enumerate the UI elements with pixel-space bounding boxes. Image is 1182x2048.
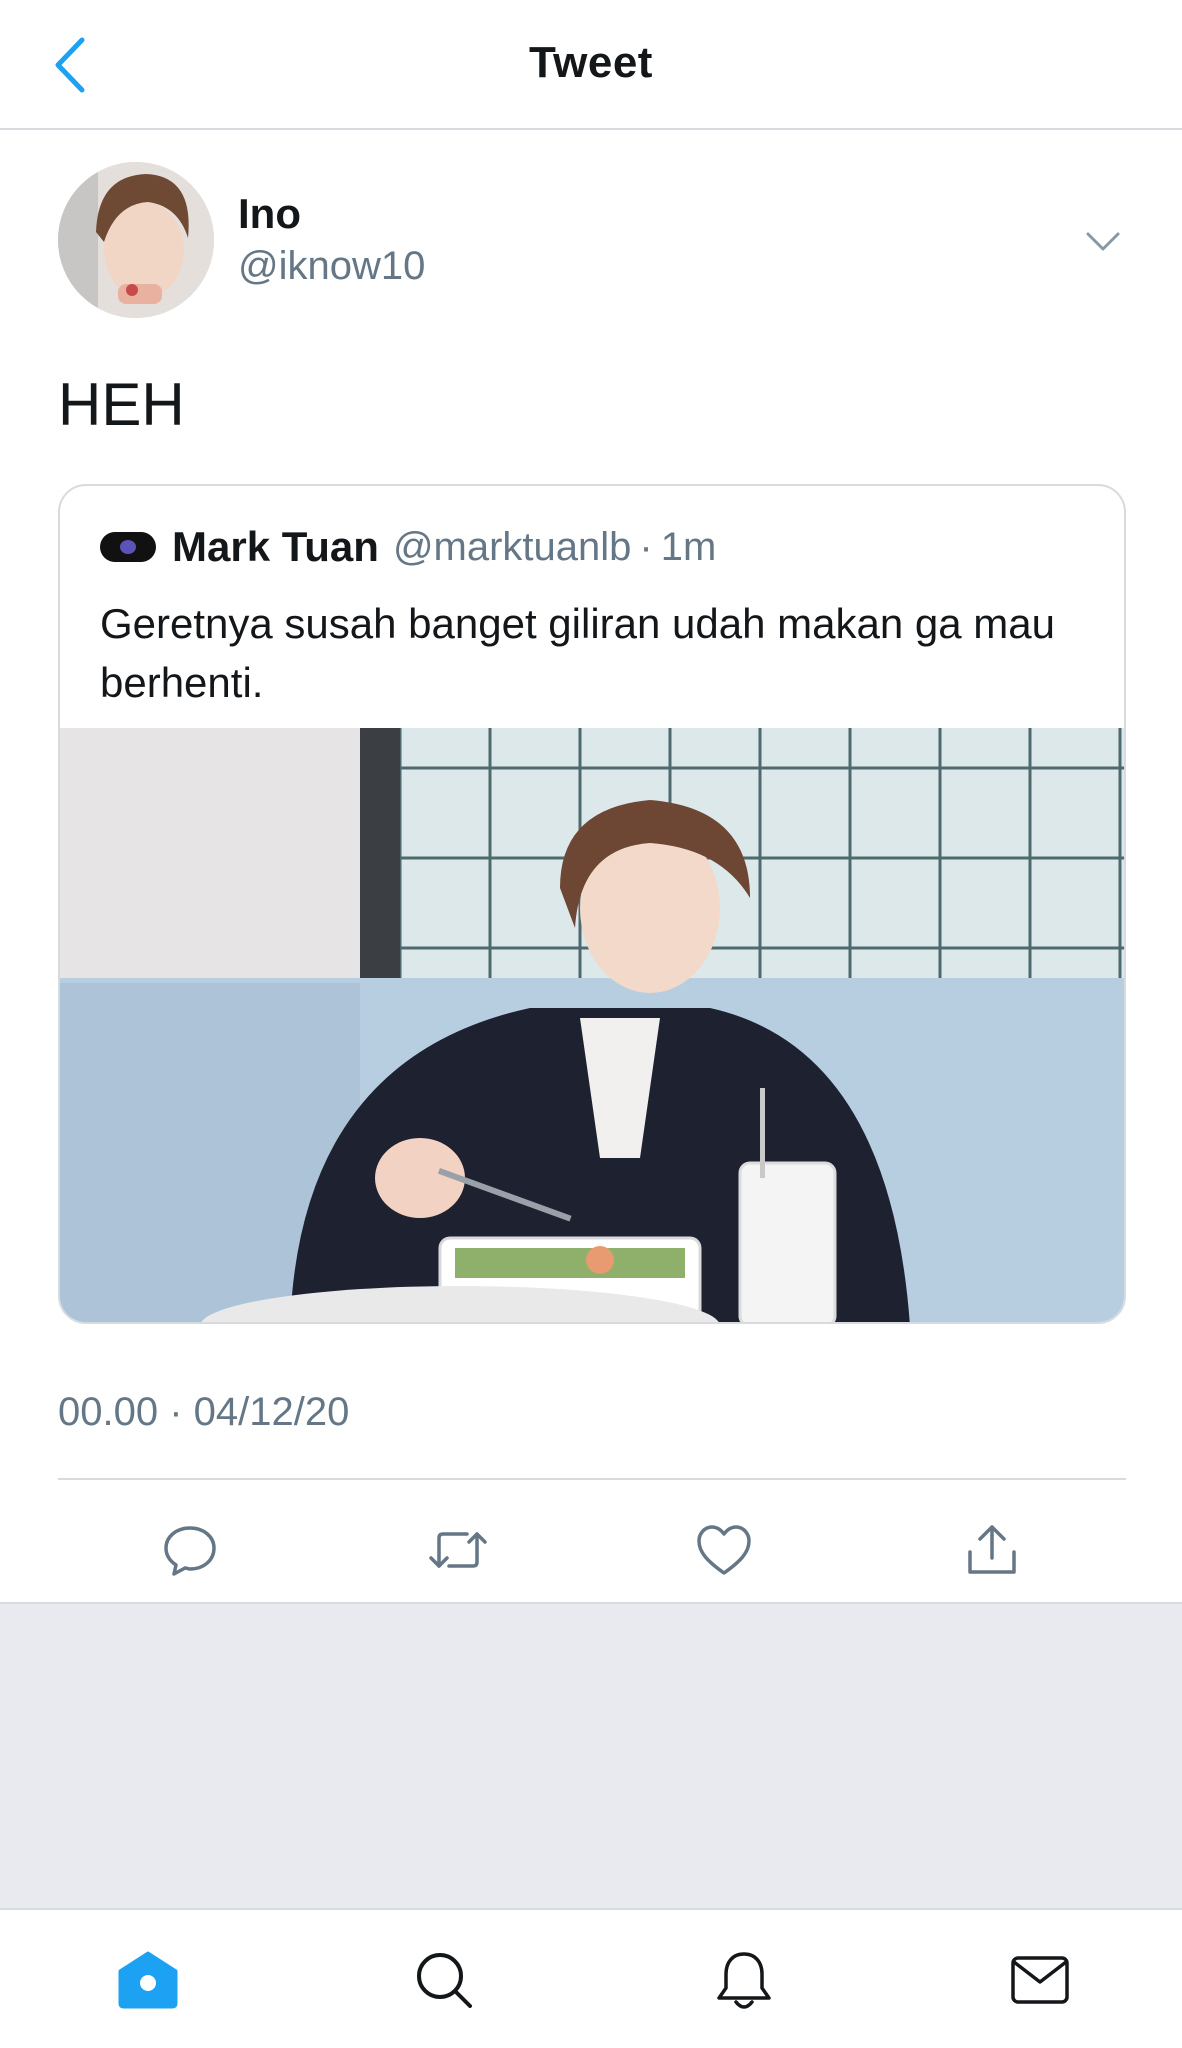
reply-button[interactable]: [152, 1512, 228, 1588]
divider: [58, 1478, 1126, 1480]
quoted-tweet-text: Geretnya susah banget giliran udah makan…: [100, 600, 1055, 706]
tweet-text: HEH: [58, 371, 185, 438]
quoted-tweet-photo[interactable]: [60, 728, 1124, 1322]
bottom-tab-bar: [0, 1908, 1182, 2048]
page-title: Tweet: [529, 38, 653, 87]
quoted-author-handle: @marktuanlb: [392, 524, 632, 569]
more-options-button[interactable]: [1078, 222, 1128, 262]
tab-notifications[interactable]: [704, 1940, 784, 2020]
avatar-photo: [58, 162, 214, 318]
search-icon: [417, 1953, 472, 2008]
avatar[interactable]: [58, 162, 214, 318]
quoted-author-avatar: [100, 532, 156, 562]
tweet-timestamp: 00.00 · 04/12/20: [58, 1390, 350, 1434]
separator-dot: ·: [639, 524, 653, 569]
reply-icon: [164, 1526, 216, 1576]
empty-area: [0, 1604, 1182, 1908]
quoted-tweet-header: Mark Tuan @marktuanlb · 1m: [100, 522, 716, 572]
chevron-down-icon: [1086, 232, 1120, 251]
top-nav-bar: Tweet: [0, 0, 1182, 130]
tweet-author: Ino @iknow10: [58, 162, 1128, 322]
home-icon: [118, 1951, 178, 2009]
retweet-button[interactable]: [420, 1512, 496, 1588]
bell-icon: [717, 1952, 771, 2009]
quoted-tweet[interactable]: Mark Tuan @marktuanlb · 1m Geretnya susa…: [58, 484, 1126, 1324]
tweet-actions: [0, 1500, 1182, 1600]
retweet-icon: [429, 1532, 487, 1568]
tab-home[interactable]: [108, 1940, 188, 2020]
quoted-author-name: Mark Tuan: [172, 523, 379, 570]
quoted-tweet-time: 1m: [660, 524, 717, 569]
like-button[interactable]: [686, 1512, 762, 1588]
author-handle[interactable]: @iknow10: [238, 244, 425, 289]
share-icon: [968, 1525, 1016, 1574]
heart-icon: [697, 1525, 751, 1575]
author-name[interactable]: Ino: [238, 190, 301, 238]
envelope-icon: [1011, 1956, 1069, 2004]
tab-messages[interactable]: [1000, 1940, 1080, 2020]
tab-search[interactable]: [404, 1940, 484, 2020]
share-button[interactable]: [954, 1512, 1030, 1588]
photo-person-eating: [60, 728, 1124, 1322]
